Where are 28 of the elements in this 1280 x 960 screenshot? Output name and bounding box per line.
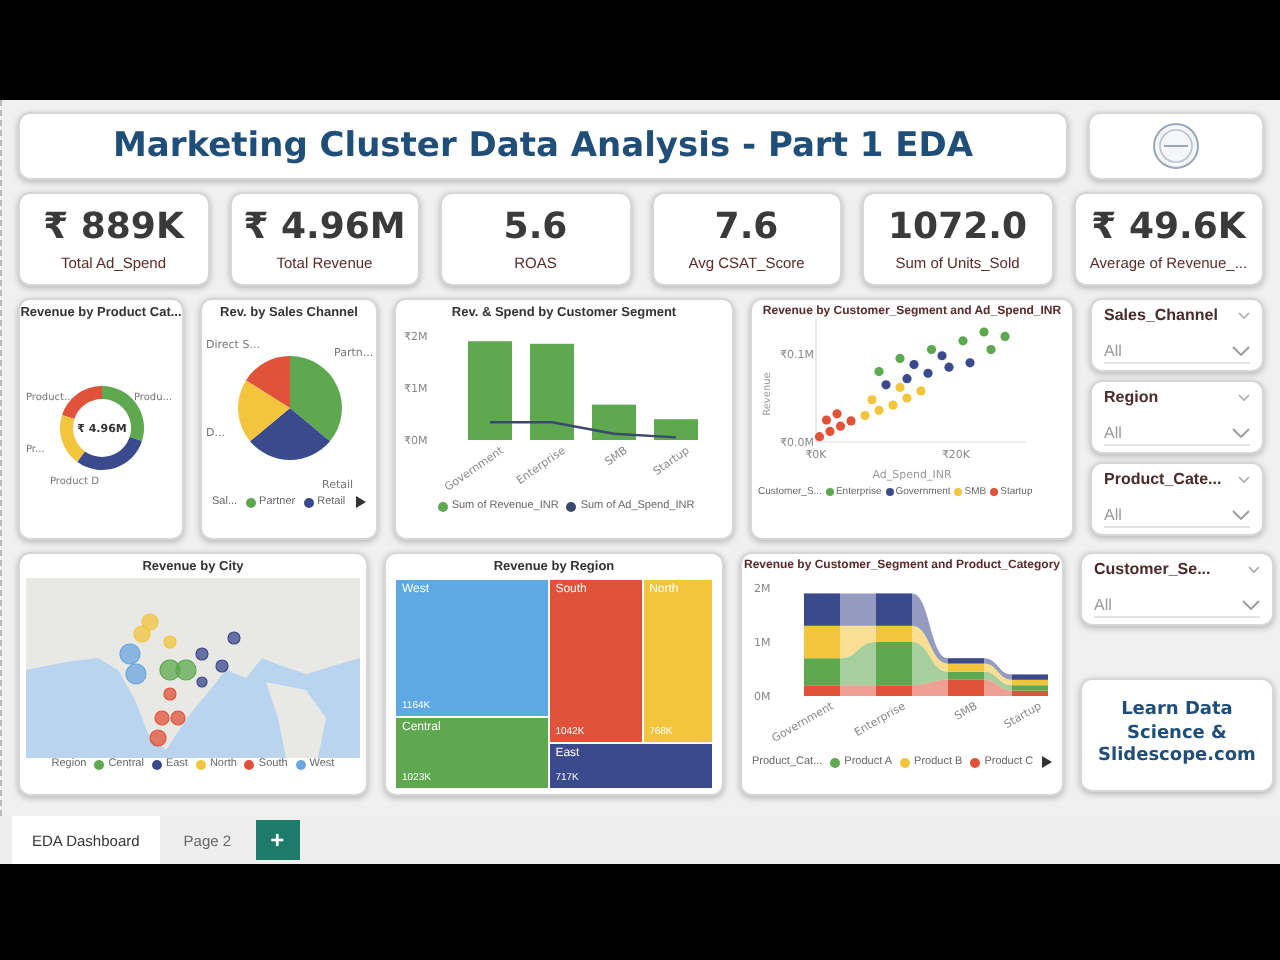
kpi-value: 5.6 [503,206,568,248]
slicer-label: Product_Cate... [1104,470,1222,488]
chevron-icon[interactable] [1232,346,1250,356]
slicer-label: Customer_Se... [1094,560,1211,578]
kpi-value: 7.6 [714,206,779,248]
slicer-label: Region [1104,388,1159,406]
next-arrow-icon[interactable] [356,496,366,508]
emblem-icon [1152,122,1200,170]
slicer-label: Sales_Channel [1104,306,1218,324]
kpi-value: ₹ 49.6K [1091,206,1246,248]
chevron-icon[interactable] [1247,565,1260,573]
chevron-icon[interactable] [1232,510,1250,520]
next-arrow-icon[interactable] [1042,756,1052,768]
dashboard-title: Marketing Cluster Data Analysis - Part 1 EDA [112,126,973,166]
slicer-dropdown[interactable]: All [1104,424,1250,446]
slicer-dropdown[interactable]: All [1094,596,1260,618]
add-page-button[interactable]: + [255,820,300,860]
kpi-value: ₹ 4.96M [243,206,406,248]
chevron-icon[interactable] [1232,428,1250,438]
promo-text: Learn Data Science & Slidescope.com [1098,699,1256,771]
chevron-icon[interactable] [1241,600,1260,610]
kpi-value: ₹ 889K [43,206,184,248]
kpi-value: 1072.0 [888,206,1027,248]
chevron-icon[interactable] [1238,475,1250,483]
chevron-icon[interactable] [1238,311,1250,319]
chevron-icon[interactable] [1238,393,1250,401]
slicer-dropdown[interactable]: All [1104,506,1250,528]
slicer-dropdown[interactable]: All [1104,342,1250,364]
